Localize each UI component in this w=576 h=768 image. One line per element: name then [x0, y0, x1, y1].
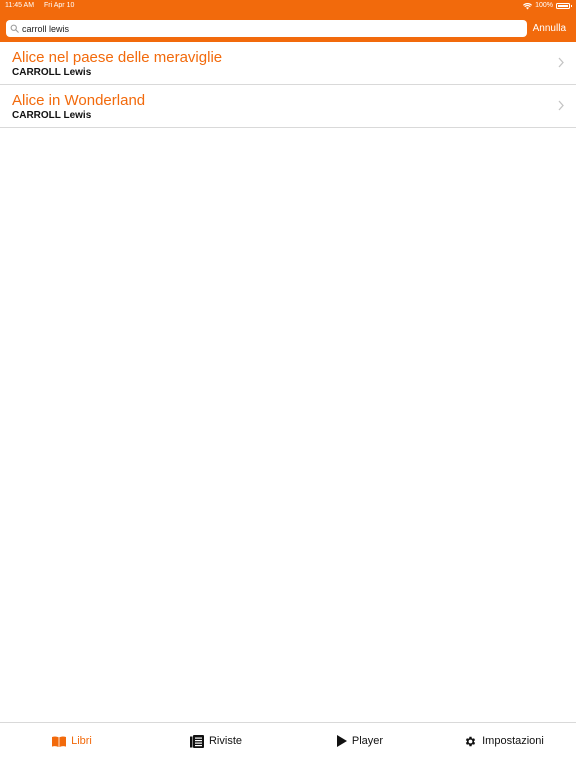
- list-item[interactable]: Alice nel paese delle meraviglie CARROLL…: [0, 42, 576, 85]
- chevron-right-icon: [558, 100, 564, 111]
- tab-libri[interactable]: Libri: [0, 723, 144, 759]
- results-list: Alice nel paese delle meraviglie CARROLL…: [0, 42, 576, 128]
- search-icon: [10, 24, 19, 33]
- book-icon: [52, 735, 67, 747]
- wifi-icon: [523, 2, 533, 9]
- tab-label: Riviste: [208, 735, 242, 747]
- chevron-right-icon: [558, 57, 564, 68]
- cancel-button[interactable]: Annulla: [533, 22, 566, 35]
- result-title: Alice nel paese delle meraviglie: [12, 49, 223, 66]
- tab-label: Libri: [71, 735, 92, 747]
- battery-percent: 100%: [535, 2, 553, 9]
- tab-label: Player: [351, 735, 384, 747]
- result-author: CARROLL Lewis: [12, 110, 92, 121]
- play-icon: [336, 735, 347, 747]
- search-input[interactable]: [22, 21, 527, 36]
- tab-riviste[interactable]: Riviste: [144, 723, 288, 759]
- battery-icon: [556, 3, 572, 9]
- tab-label: Impostazioni: [482, 735, 544, 747]
- status-bar: 11:45 AM Fri Apr 10 100%: [0, 0, 576, 12]
- search-bar[interactable]: [6, 20, 527, 37]
- gear-icon: [465, 736, 476, 746]
- list-item[interactable]: Alice in Wonderland CARROLL Lewis: [0, 85, 576, 128]
- header-bar: 11:45 AM Fri Apr 10 100% Annulla: [0, 0, 576, 42]
- result-title: Alice in Wonderland: [12, 92, 146, 109]
- tab-player[interactable]: Player: [288, 723, 432, 759]
- tab-bar: Libri Riviste Player Impostazioni: [0, 722, 576, 768]
- tab-impostazioni[interactable]: Impostazioni: [432, 723, 576, 759]
- magazine-icon: [189, 734, 204, 748]
- result-author: CARROLL Lewis: [12, 67, 92, 78]
- status-date: Fri Apr 10: [44, 2, 75, 9]
- status-time: 11:45 AM: [5, 2, 35, 9]
